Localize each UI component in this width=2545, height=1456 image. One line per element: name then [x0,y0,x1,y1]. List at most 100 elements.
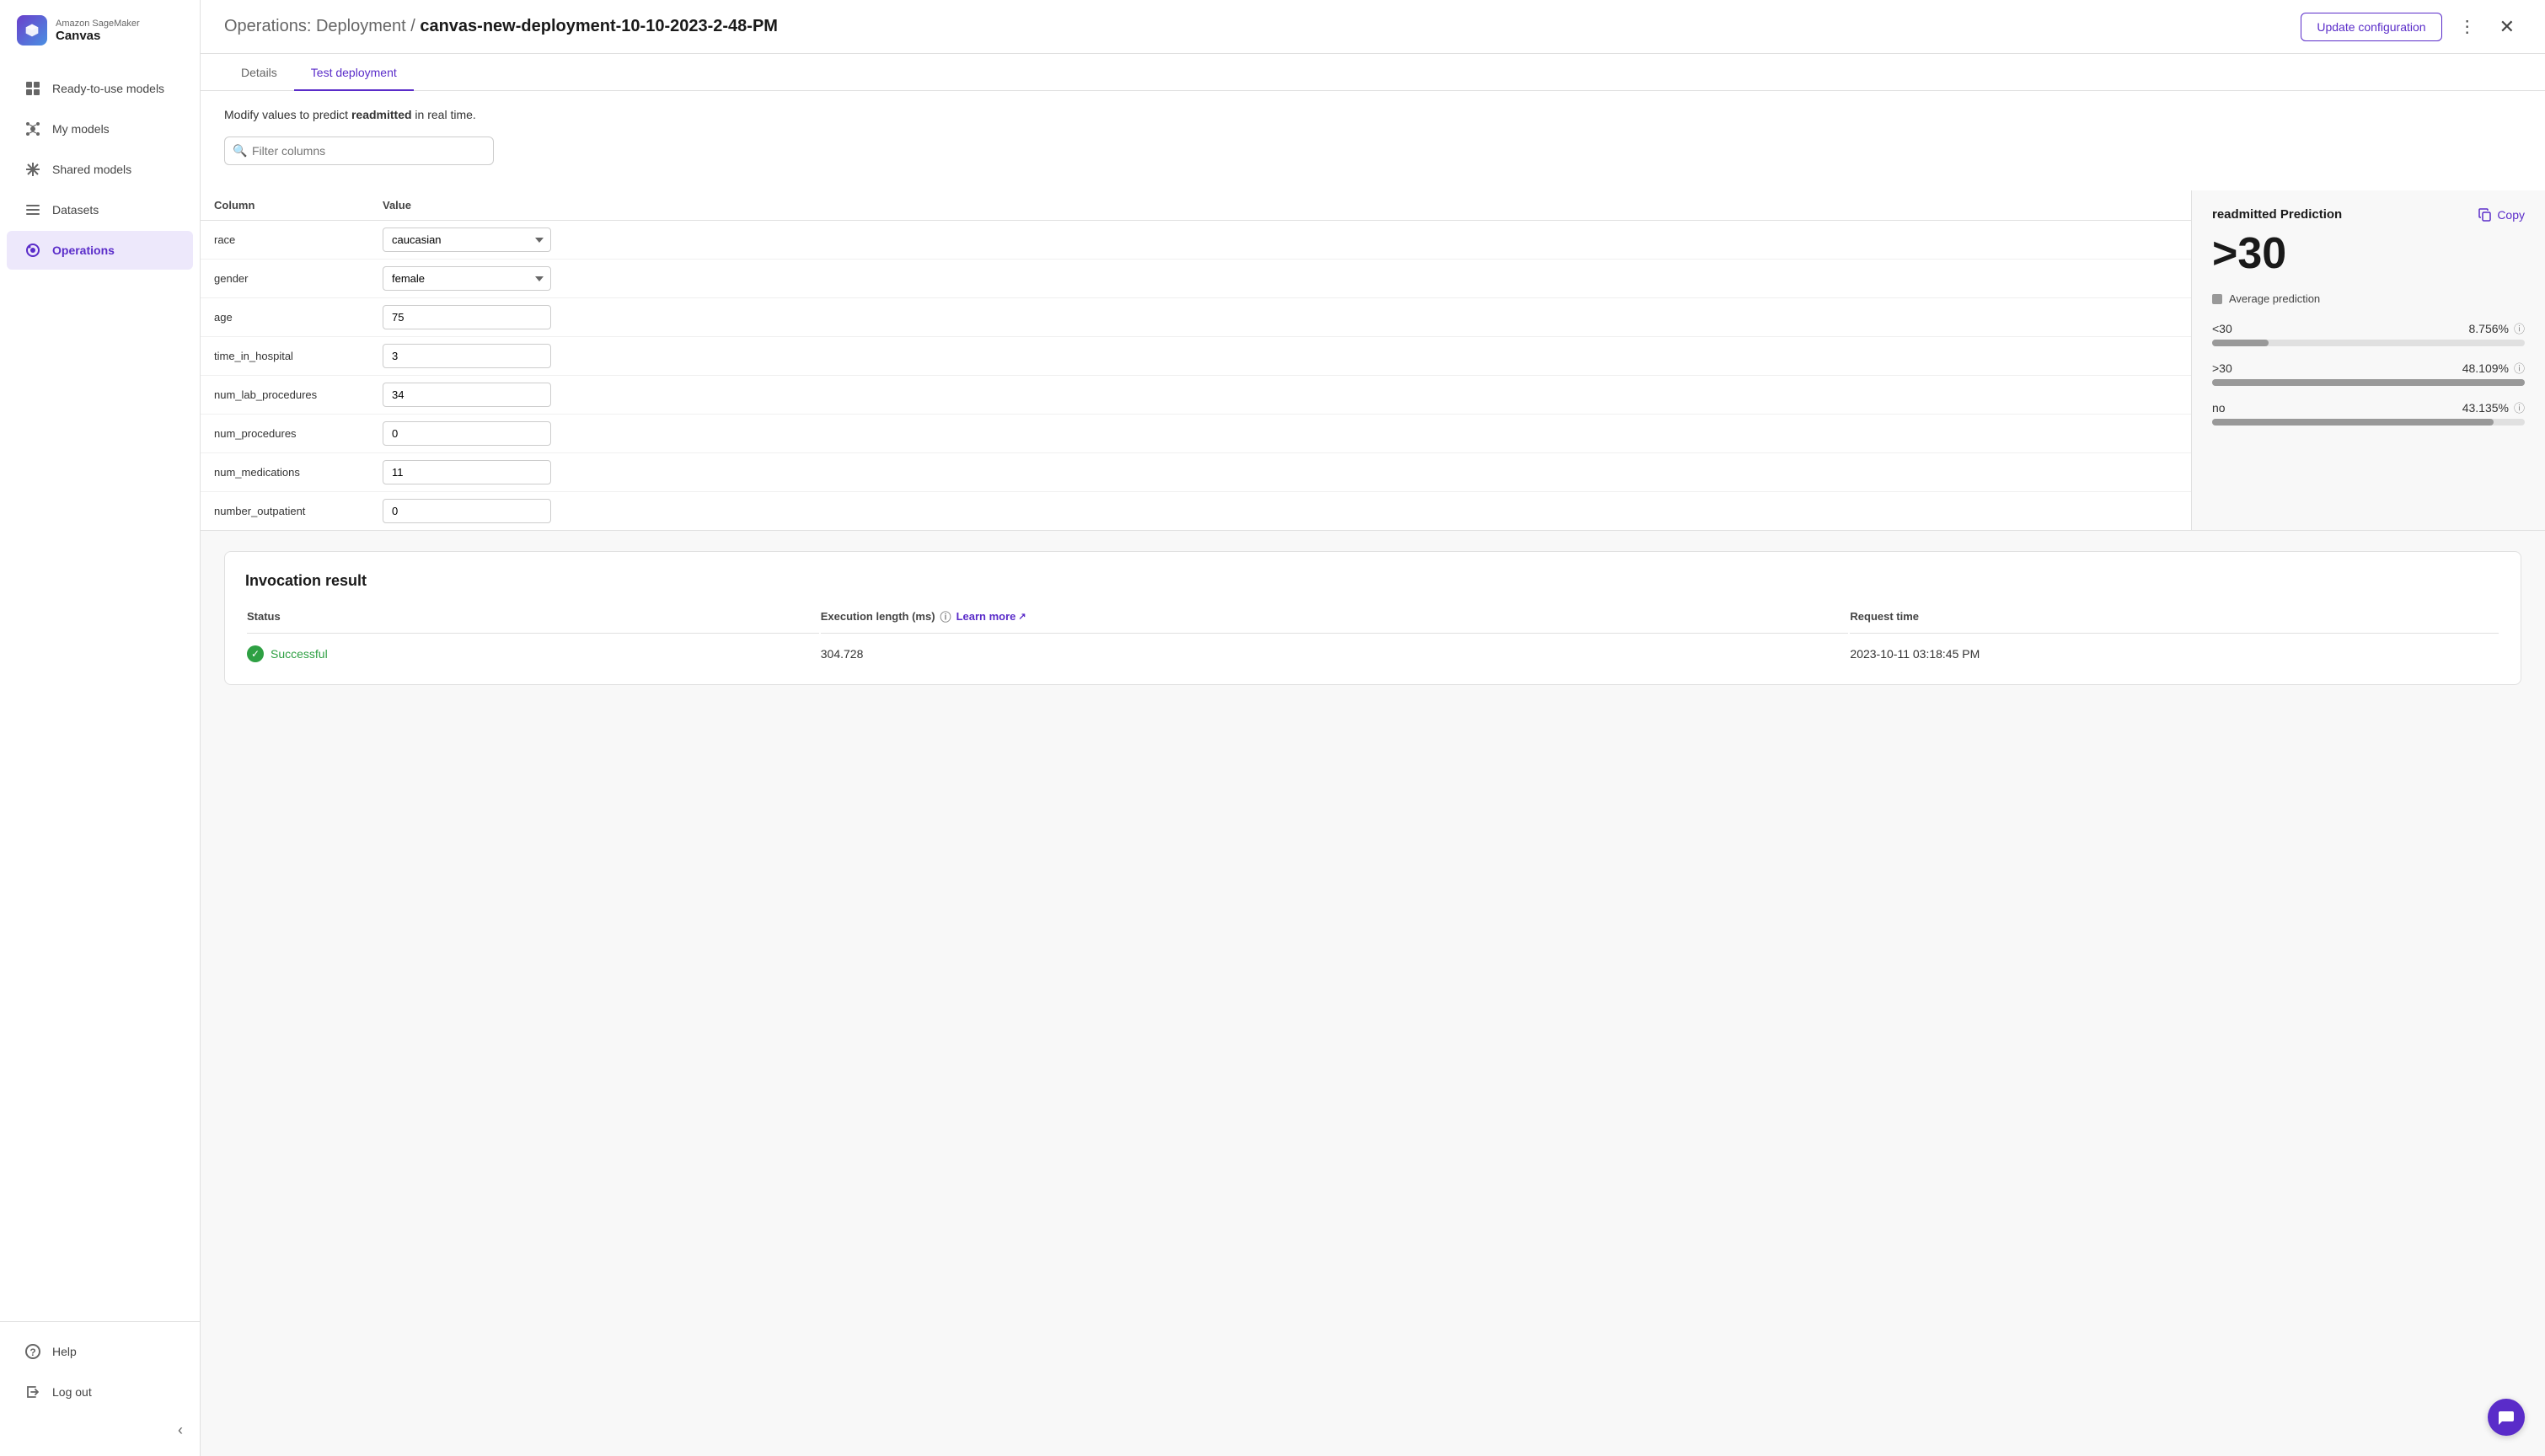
column-header: Column [201,190,369,221]
copy-button[interactable]: Copy [2478,208,2525,222]
sidebar-item-logout[interactable]: Log out [7,1373,193,1411]
probability-row: <30 8.756% ⓘ [2212,320,2525,346]
probability-row: no 43.135% ⓘ [2212,399,2525,426]
prob-info-icon[interactable]: ⓘ [2514,360,2525,376]
table-row: number_outpatient [201,492,2191,531]
execution-info-icon[interactable]: ⓘ [940,608,951,624]
sidebar-item-label: Help [52,1345,77,1358]
column-value-cell [369,492,2191,531]
app-title-top: Amazon SageMaker [56,19,140,29]
sidebar-item-operations[interactable]: Operations [7,231,193,270]
header-menu-button[interactable]: ⋮ [2452,13,2483,40]
copy-icon [2478,208,2492,222]
status-value: Successful [271,647,328,661]
column-value-cell [369,337,2191,376]
column-name-cell: time_in_hospital [201,337,369,376]
sidebar-item-help[interactable]: ? Help [7,1332,193,1371]
filter-input[interactable] [224,136,494,165]
prob-label: >30 [2212,361,2232,375]
invocation-section-wrapper: Invocation result Status Execution lengt… [201,530,2545,705]
input-number_outpatient[interactable] [383,499,551,523]
invocation-section: Invocation result Status Execution lengt… [224,551,2521,685]
column-name-cell: race [201,221,369,260]
sidebar-item-my-models[interactable]: My models [7,110,193,148]
header-close-button[interactable]: ✕ [2493,13,2521,41]
sidebar-item-label: Shared models [52,163,131,176]
data-table-column: Column Value racecaucasianAfricanAmerica… [201,190,2191,530]
main-content: Operations: Deployment / canvas-new-depl… [201,0,2545,1456]
dial-icon [24,241,42,260]
column-value-cell [369,376,2191,415]
prediction-title-suffix: Prediction [2277,207,2343,222]
prob-label-row: <30 8.756% ⓘ [2212,320,2525,336]
sidebar-item-shared-models[interactable]: Shared models [7,150,193,189]
sidebar-logo: Amazon SageMaker Canvas [0,0,200,59]
tabs-bar: Details Test deployment [201,54,2545,91]
description-prefix: Modify values to predict [224,108,351,121]
status-cell: ✓ Successful [247,635,819,662]
update-config-button[interactable]: Update configuration [2301,13,2441,41]
logout-icon [24,1383,42,1401]
probability-bars: <30 8.756% ⓘ >30 48.109% ⓘ no 43.135% ⓘ [2212,320,2525,426]
tab-test-deployment[interactable]: Test deployment [294,54,414,91]
learn-more-link[interactable]: Learn more ↗ [956,610,1026,623]
copy-label: Copy [2497,208,2525,222]
prediction-title: readmitted Prediction [2212,207,2342,222]
select-gender[interactable]: femalemale [383,266,551,291]
prediction-panel: readmitted Prediction Copy >30 Average p… [2191,190,2545,530]
filter-row: 🔍 [224,136,2521,165]
select-race[interactable]: caucasianAfricanAmericanHispanicAsianOth… [383,228,551,252]
page-title: Operations: Deployment / canvas-new-depl… [224,17,778,36]
chat-icon [2497,1408,2516,1427]
page-header: Operations: Deployment / canvas-new-depl… [201,0,2545,54]
sidebar-item-label: My models [52,122,110,136]
execution-col-header: Execution length (ms) ⓘ Learn more ↗ [821,608,1849,634]
page-title-prefix: Operations: Deployment / [224,17,420,35]
sidebar-item-label: Datasets [52,203,99,217]
main-section: Modify values to predict readmitted in r… [201,91,2545,530]
prob-percentage: 43.135% [2462,401,2509,415]
column-name-cell: age [201,298,369,337]
column-value-cell: caucasianAfricanAmericanHispanicAsianOth… [369,221,2191,260]
sidebar-item-label: Ready-to-use models [52,82,164,95]
prob-bar-fill [2212,419,2494,426]
sidebar-item-label: Operations [52,244,115,257]
prob-label-row: no 43.135% ⓘ [2212,399,2525,415]
collapse-button[interactable]: ‹ [178,1421,183,1439]
app-title-bottom: Canvas [56,29,140,43]
sidebar-collapse[interactable]: ‹ [0,1413,200,1439]
tab-details[interactable]: Details [224,54,294,91]
invocation-result-row: ✓ Successful 304.728 2023-10-11 03:18:45… [247,635,2499,662]
avg-prediction-label: Average prediction [2229,292,2320,305]
input-time_in_hospital[interactable] [383,344,551,368]
column-name-cell: number_outpatient [201,492,369,531]
question-circle-icon: ? [24,1342,42,1361]
status-col-header: Status [247,608,819,634]
svg-text:?: ? [29,1346,35,1358]
table-row: genderfemalemale [201,260,2191,298]
input-num_medications[interactable] [383,460,551,484]
column-name-cell: num_lab_procedures [201,376,369,415]
column-value-cell [369,453,2191,492]
sidebar-item-datasets[interactable]: Datasets [7,190,193,229]
sidebar-bottom: ? Help Log out ‹ [0,1321,200,1456]
scrollable-content: Modify values to predict readmitted in r… [201,91,2545,1456]
prob-info-icon[interactable]: ⓘ [2514,399,2525,415]
prob-bar-bg [2212,340,2525,346]
invocation-table: Status Execution length (ms) ⓘ Learn mor… [245,607,2500,664]
column-value-cell [369,298,2191,337]
input-num_lab_procedures[interactable] [383,383,551,407]
prob-info-icon[interactable]: ⓘ [2514,320,2525,336]
table-row: race caucasianAfricanAmericanHispanicAsia… [201,221,2191,260]
table-row: num_lab_procedures [201,376,2191,415]
prob-bar-fill [2212,340,2269,346]
column-value-cell: femalemale [369,260,2191,298]
chat-bubble[interactable] [2488,1399,2525,1436]
sidebar-item-ready-to-use-models[interactable]: Ready-to-use models [7,69,193,108]
predict-description: Modify values to predict readmitted in r… [224,108,2521,121]
input-num_procedures[interactable] [383,421,551,446]
two-col-layout: Column Value racecaucasianAfricanAmerica… [201,190,2545,530]
snowflake-icon [24,160,42,179]
prob-label-row: >30 48.109% ⓘ [2212,360,2525,376]
input-age[interactable] [383,305,551,329]
